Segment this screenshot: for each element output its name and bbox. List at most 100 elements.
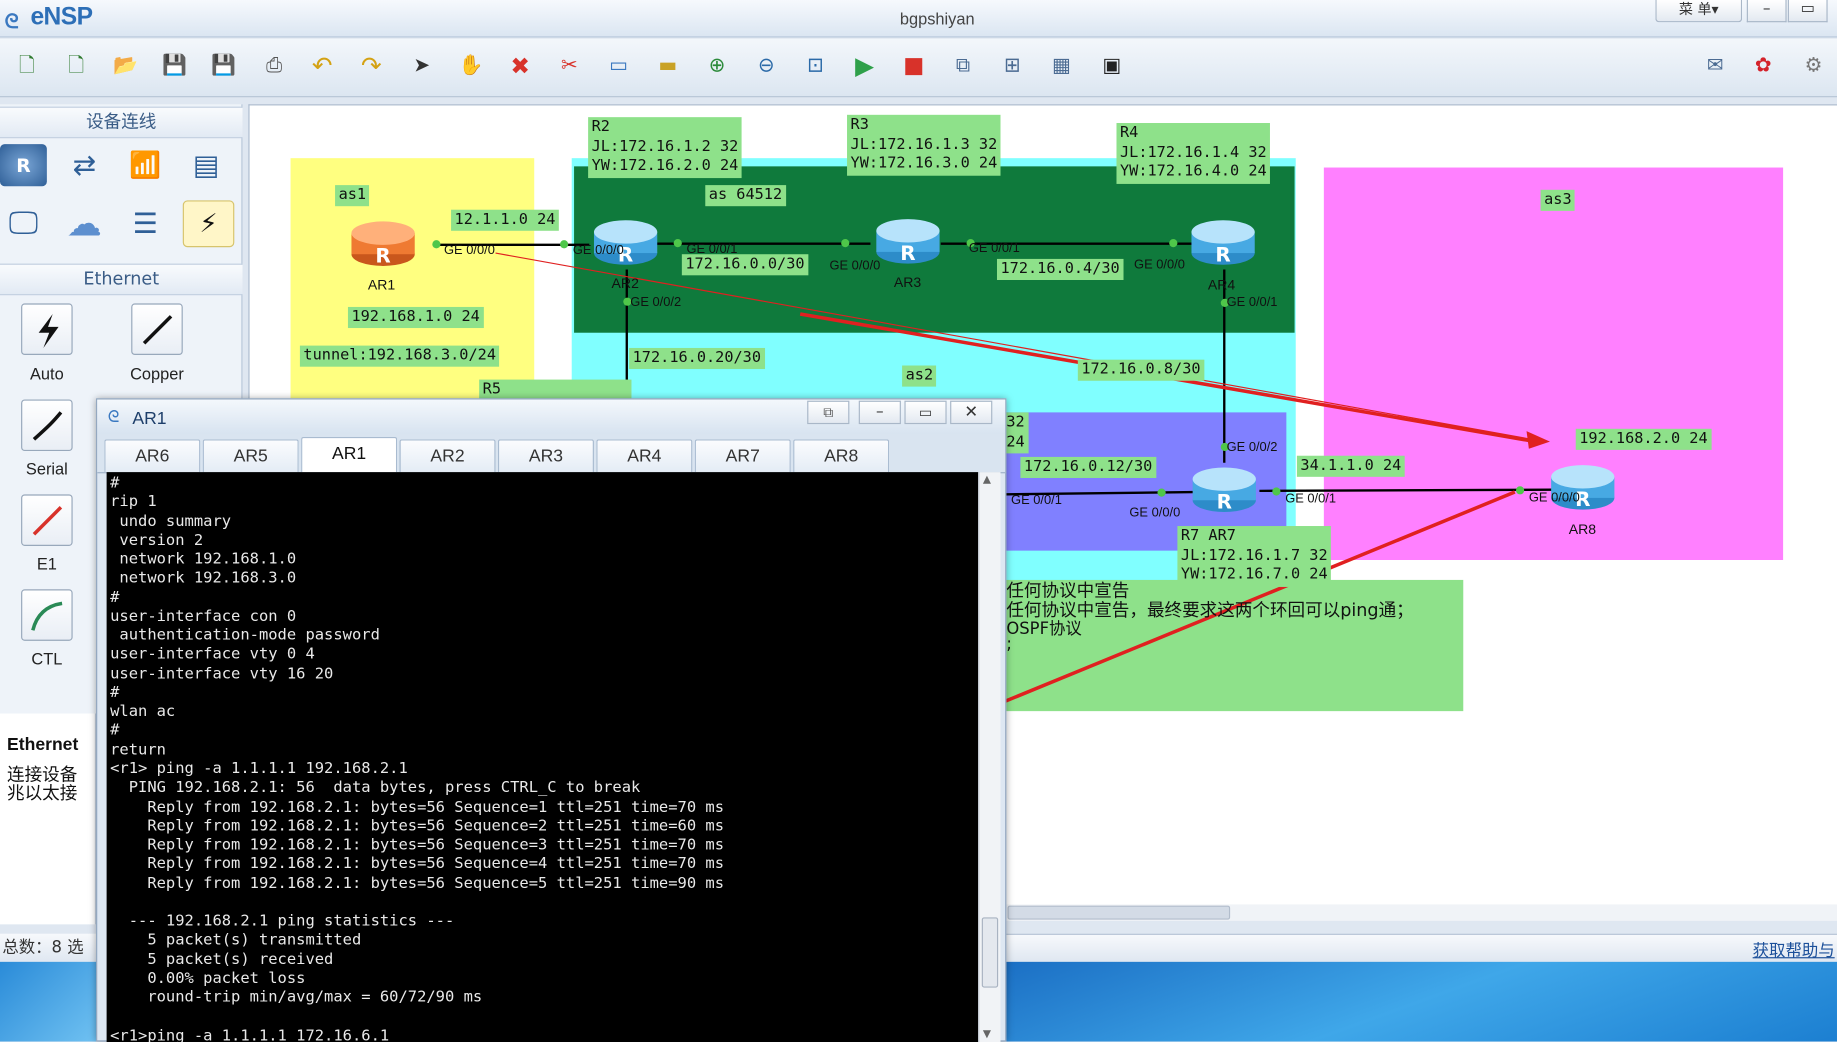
r7-info-box: R7 AR7 JL:172.16.1.7 32 YW:172.16.7.0 24 [1177,526,1332,587]
print-icon[interactable]: ⎙ [259,50,289,80]
menu-button[interactable]: 菜 单▾ [1655,0,1743,23]
save-as-icon[interactable]: 💾 [209,50,239,80]
tab-ar4[interactable]: AR4 [596,439,693,473]
note-line-3: OSPF协议 [1006,619,1082,639]
redo-icon[interactable]: ↷ [356,50,386,80]
new-topology-icon[interactable]: 🗋 [12,50,42,80]
port-dot [1515,486,1525,495]
tab-ar8[interactable]: AR8 [793,439,890,473]
tab-ar1[interactable]: AR1 [301,436,398,473]
grid-icon[interactable]: ▦ [1046,50,1076,80]
ar3-ge001: GE 0/0/1 [968,241,1020,256]
settings-icon[interactable]: ⚙ [1798,50,1828,80]
canvas-hscroll-thumb[interactable] [1007,905,1231,920]
firewall-category-icon[interactable]: ▤ [183,144,230,186]
serial-cable-icon[interactable] [21,399,73,452]
tab-ar6[interactable]: AR6 [104,439,201,473]
other-devices-icon[interactable]: ☰ [122,203,169,245]
select-icon[interactable]: ➤ [407,50,437,80]
e1-cable-label: E1 [36,554,57,573]
terminal-line: authentication-mode password [110,626,380,645]
ar3-label: AR3 [893,274,922,291]
router-ar7[interactable]: R [1191,462,1257,516]
topology-icon[interactable]: ⊞ [997,50,1027,80]
save-icon[interactable]: 💾 [159,50,189,80]
message-icon[interactable]: ✉ [1700,50,1730,80]
scroll-down-icon[interactable]: ▼ [983,1029,991,1041]
terminal-console[interactable]: # rip 1 undo summary version 2 network 1… [106,472,979,1042]
ctl-cable-icon[interactable] [21,589,73,641]
terminal-line: Reply from 192.168.2.1: bytes=56 Sequenc… [110,874,725,893]
e1-cable-icon[interactable] [21,494,73,546]
router-category-icon[interactable]: R [0,144,47,187]
huawei-icon[interactable]: ✿ [1748,50,1778,80]
net-172-16-0-0: 172.16.0.0/30 [681,254,809,276]
app-logo-text: eNSP [30,3,93,31]
pan-hand-icon[interactable]: ✋ [456,50,486,80]
terminal-window[interactable]: ᘓ AR1 ⧉ – ▭ ✕ AR6 AR5 AR1 AR2 AR3 AR4 AR… [96,398,1007,1042]
as2-label: as2 [902,365,937,387]
terminal-line: # [110,474,120,493]
scroll-up-icon[interactable]: ▲ [983,474,991,486]
stop-device-icon[interactable]: ■ [899,50,929,80]
ar4-ge001: GE 0/0/1 [1226,295,1278,310]
note-line-4: ; [1006,634,1012,654]
router-ar1[interactable]: R [350,216,416,270]
minimize-button[interactable]: – [1746,0,1787,23]
terminal-vscrollbar[interactable]: ▲ ▼ [978,472,1001,1042]
r4-business-net: YW:172.16.4.0 24 [1120,162,1267,181]
title-bar: ᘓ eNSP bgpshiyan 菜 单▾ – ▭ [0,0,1837,38]
as64512-label: as 64512 [705,185,786,207]
terminal-titlebar[interactable]: ᘓ AR1 ⧉ – ▭ ✕ [97,399,1006,435]
cable-category-icon[interactable]: ⚡ [182,200,235,248]
restore-tabs-icon[interactable]: ⧉ [807,400,850,425]
router-ar2[interactable]: R [593,214,659,268]
switch-category-icon[interactable]: ⇄ [61,144,108,186]
tab-ar3[interactable]: AR3 [497,439,594,473]
r6-loopback-partial: 32 [1006,413,1025,432]
router-ar4[interactable]: R [1190,214,1256,268]
ar7-ge002: GE 0/0/2 [1226,440,1278,455]
rectangle-icon[interactable]: ▬ [653,50,683,80]
terminal-line: network 192.168.3.0 [110,569,297,588]
terminal-scroll-thumb[interactable] [981,917,999,988]
wireless-category-icon[interactable]: 📶 [122,144,169,186]
ar2-label: AR2 [611,275,639,292]
port-dot [560,240,569,249]
open-icon[interactable]: 📂 [110,50,140,80]
text-icon[interactable]: ▭ [603,50,633,80]
r4-info-box: R4 JL:172.16.1.4 32 YW:172.16.4.0 24 [1116,123,1271,184]
delete-icon[interactable]: ✖ [505,50,535,80]
pc-category-icon[interactable]: 🖵 [0,203,47,245]
terminal-line: Reply from 192.168.2.1: bytes=56 Sequenc… [110,798,725,817]
delete-link-icon[interactable]: ✂ [554,50,584,80]
fit-view-icon[interactable]: ⊡ [800,50,830,80]
zoom-in-icon[interactable]: ⊕ [702,50,732,80]
tab-ar2[interactable]: AR2 [399,439,496,473]
auto-cable-icon[interactable] [21,303,73,355]
cloud-category-icon[interactable]: ☁ [61,203,108,245]
svg-text:R: R [900,242,915,265]
arrow-head-1 [1526,431,1550,449]
terminal-line: network 192.168.1.0 [110,550,297,569]
router-ar8[interactable]: R [1550,459,1616,513]
capture-icon[interactable]: ⧉ [948,50,978,80]
maximize-button[interactable]: ▭ [1787,0,1828,23]
terminal-close-icon[interactable]: ✕ [950,400,993,425]
terminal-line: 5 packet(s) transmitted [110,931,362,950]
new-exam-icon[interactable]: 🗋 [61,50,91,80]
terminal-maximize-icon[interactable]: ▭ [904,400,947,425]
undo-icon[interactable]: ↶ [307,50,337,80]
terminal-line: user-interface vty 16 20 [110,665,334,683]
terminal-minimize-icon[interactable]: – [858,400,901,425]
app-logo: ᘓ eNSP [5,4,93,34]
copper-cable-icon[interactable] [131,303,183,355]
snapshot-icon[interactable]: ▣ [1097,50,1127,80]
zoom-out-icon[interactable]: ⊖ [751,50,781,80]
tab-ar7[interactable]: AR7 [694,439,791,473]
router-ar3[interactable]: R [875,213,941,267]
help-link[interactable]: 获取帮助与 [1753,938,1835,961]
port-dot [1272,487,1281,496]
tab-ar5[interactable]: AR5 [202,439,299,473]
start-device-icon[interactable]: ▶ [849,50,879,80]
